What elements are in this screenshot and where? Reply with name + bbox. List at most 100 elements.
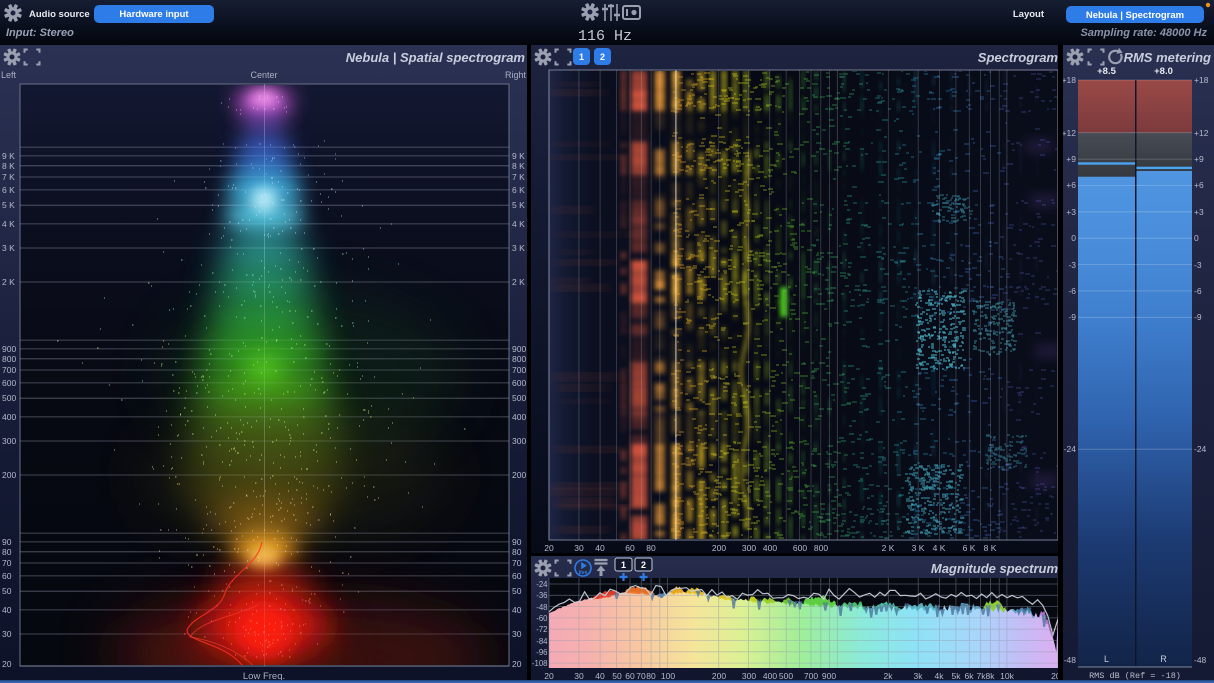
svg-text:9 K: 9 K (2, 151, 15, 161)
svg-text:900: 900 (2, 344, 16, 354)
svg-text:9 K: 9 K (512, 151, 525, 161)
svg-text:-108: -108 (532, 659, 548, 668)
svg-text:300: 300 (742, 543, 756, 553)
svg-text:-24: -24 (1194, 444, 1207, 454)
svg-text:3 K: 3 K (512, 243, 525, 253)
svg-text:7 K: 7 K (2, 172, 15, 182)
svg-text:3 K: 3 K (912, 543, 925, 553)
svg-text:3 K: 3 K (2, 243, 15, 253)
svg-text:90: 90 (512, 537, 522, 547)
svg-text:30: 30 (2, 629, 12, 639)
svg-text:live: live (579, 570, 588, 576)
svg-text:20: 20 (544, 543, 554, 553)
svg-text:30: 30 (512, 629, 522, 639)
svg-text:L: L (1104, 654, 1109, 664)
svg-text:-96: -96 (536, 648, 547, 657)
svg-text:Layout: Layout (1013, 9, 1045, 20)
svg-text:2 K: 2 K (512, 277, 525, 287)
svg-text:2: 2 (600, 52, 605, 62)
svg-text:70: 70 (512, 558, 522, 568)
svg-text:116 Hz: 116 Hz (578, 28, 632, 45)
svg-text:80: 80 (512, 547, 522, 557)
svg-text:2: 2 (641, 560, 646, 570)
svg-text:Right: Right (505, 70, 527, 80)
svg-text:5 K: 5 K (512, 200, 525, 210)
svg-text:300: 300 (2, 436, 16, 446)
svg-text:+6: +6 (1066, 180, 1076, 190)
svg-text:+9: +9 (1194, 154, 1204, 164)
svg-text:R: R (1160, 654, 1167, 664)
svg-text:-48: -48 (536, 603, 547, 612)
svg-text:20: 20 (2, 659, 12, 669)
svg-text:-24: -24 (536, 580, 548, 589)
svg-text:20: 20 (512, 659, 522, 669)
svg-text:-6: -6 (1068, 286, 1076, 296)
svg-text:0: 0 (1194, 233, 1199, 243)
svg-text:900: 900 (512, 344, 526, 354)
svg-text:4 K: 4 K (2, 219, 15, 229)
svg-text:400: 400 (512, 412, 526, 422)
svg-text:50: 50 (2, 586, 12, 596)
svg-text:4 K: 4 K (512, 219, 525, 229)
svg-text:400: 400 (763, 543, 777, 553)
svg-text:Sampling rate: 48000 Hz: Sampling rate: 48000 Hz (1080, 27, 1207, 39)
svg-text:7 K: 7 K (512, 172, 525, 182)
svg-text:+3: +3 (1194, 207, 1204, 217)
svg-text:700: 700 (2, 365, 16, 375)
svg-text:40: 40 (512, 605, 522, 615)
svg-text:5 K: 5 K (2, 200, 15, 210)
svg-text:6 K: 6 K (512, 185, 525, 195)
svg-text:50: 50 (512, 586, 522, 596)
svg-text:RMS metering: RMS metering (1124, 50, 1211, 65)
svg-text:30: 30 (574, 543, 584, 553)
svg-text:60: 60 (2, 571, 12, 581)
svg-text:-3: -3 (1068, 260, 1076, 270)
svg-text:800: 800 (2, 354, 16, 364)
svg-text:80: 80 (646, 543, 656, 553)
svg-text:40: 40 (595, 543, 605, 553)
svg-text:600: 600 (512, 378, 526, 388)
svg-text:-36: -36 (536, 591, 547, 600)
svg-text:-6: -6 (1194, 286, 1202, 296)
svg-text:800: 800 (512, 354, 526, 364)
svg-text:-3: -3 (1194, 260, 1202, 270)
svg-text:+6: +6 (1194, 180, 1204, 190)
svg-text:-84: -84 (536, 637, 548, 646)
svg-text:300: 300 (512, 436, 526, 446)
svg-text:60: 60 (625, 543, 635, 553)
svg-text:Center: Center (250, 70, 277, 80)
svg-text:4 K: 4 K (933, 543, 946, 553)
svg-text:-48: -48 (1064, 655, 1077, 665)
svg-text:400: 400 (2, 412, 16, 422)
svg-text:+8.0: +8.0 (1154, 66, 1173, 77)
svg-text:+12: +12 (1063, 128, 1076, 138)
svg-text:+8.5: +8.5 (1097, 66, 1116, 77)
svg-text:2 K: 2 K (882, 543, 895, 553)
svg-text:0: 0 (1071, 233, 1076, 243)
svg-text:600: 600 (793, 543, 807, 553)
svg-text:Input: Stereo: Input: Stereo (6, 27, 74, 39)
svg-text:+9: +9 (1066, 154, 1076, 164)
svg-text:2 K: 2 K (2, 277, 15, 287)
svg-text:Audio source: Audio source (29, 9, 90, 20)
svg-text:Spectrogram: Spectrogram (978, 50, 1058, 65)
svg-text:1: 1 (621, 560, 626, 570)
svg-text:700: 700 (512, 365, 526, 375)
svg-text:500: 500 (512, 393, 526, 403)
svg-text:-24: -24 (1064, 444, 1077, 454)
svg-text:+12: +12 (1194, 128, 1209, 138)
svg-text:8 K: 8 K (512, 161, 525, 171)
svg-text:600: 600 (2, 378, 16, 388)
svg-text:Left: Left (1, 70, 17, 80)
svg-text:200: 200 (512, 470, 526, 480)
svg-text:200: 200 (712, 543, 726, 553)
svg-text:800: 800 (814, 543, 828, 553)
svg-text:70: 70 (2, 558, 12, 568)
svg-text:8 K: 8 K (2, 161, 15, 171)
svg-text:-48: -48 (1194, 655, 1207, 665)
svg-text:8 K: 8 K (984, 543, 997, 553)
svg-text:+18: +18 (1194, 75, 1209, 85)
svg-text:Nebula | Spatial spectrogram: Nebula | Spatial spectrogram (346, 50, 526, 65)
svg-text:+18: +18 (1063, 75, 1076, 85)
svg-text:60: 60 (512, 571, 522, 581)
